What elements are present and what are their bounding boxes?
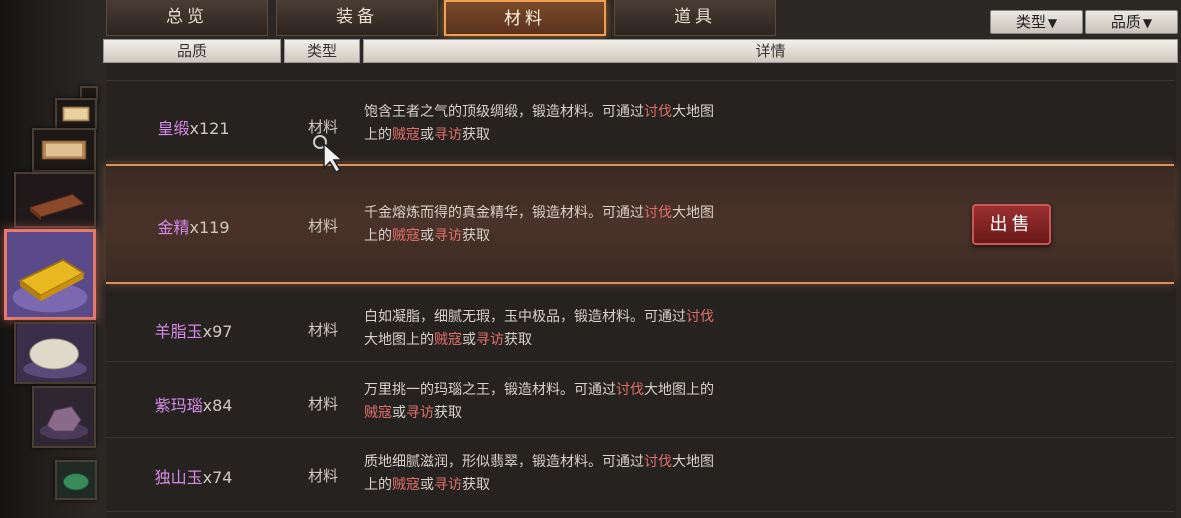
chevron-down-icon: ▼ [1047,16,1058,30]
category-tabs: 总览 装备 材料 道具 [106,0,786,38]
item-description: 千金熔炼而得的真金精华，锻造材料。可通过讨伐大地图 上的贼寇或寻访获取 [364,205,714,244]
thumb-gold-ingot[interactable] [4,229,96,320]
item-type: 材料 [307,395,338,413]
tab-overview[interactable]: 总览 [106,0,268,36]
item-description: 万里挑一的玛瑙之王，锻造材料。可通过讨伐大地图上的 贼寇或寻访获取 [364,382,714,421]
item-type: 材料 [307,217,338,235]
list-item[interactable]: 羊脂玉x97 材料 白如凝脂，细腻无瑕，玉中极品，锻造材料。可通过讨伐 大地图上的… [106,298,1174,362]
thumb-silk[interactable] [55,98,97,130]
type-filter-label: 类型 [1015,13,1046,31]
divider [106,80,1174,81]
item-name: 金精x119 [157,218,230,237]
list-item[interactable]: 紫玛瑙x84 材料 万里挑一的玛瑙之王，锻造材料。可通过讨伐大地图上的 贼寇或寻访… [106,370,1174,438]
list-item[interactable]: 皇缎x121 材料 饱含王者之气的顶级绸缎，锻造材料。可通过讨伐大地图 上的贼寇或… [106,94,1174,162]
item-name: 独山玉x74 [154,468,233,487]
thumb-purple-agate[interactable] [32,386,96,448]
header-details: 详情 [363,39,1178,63]
item-type: 材料 [307,321,338,339]
mouse-cursor-icon [313,135,344,172]
silk-scroll-icon [41,140,87,160]
quality-filter-label: 品质 [1110,13,1141,31]
green-jade-icon [57,462,95,498]
item-list: 皇缎x121 材料 饱含王者之气的顶级绸缎，锻造材料。可通过讨伐大地图 上的贼寇或… [106,64,1176,518]
list-item[interactable]: 独山玉x74 材料 质地细腻滋润，形似翡翠，锻造材料。可通过讨伐大地图 上的贼寇或… [106,442,1174,512]
thumb-white-jade[interactable] [14,322,96,384]
item-name: 皇缎x121 [157,119,230,138]
item-description: 质地细腻滋润，形似翡翠，锻造材料。可通过讨伐大地图 上的贼寇或寻访获取 [364,454,714,493]
thumb-silk-2[interactable] [32,128,96,172]
thumb-green-jade[interactable] [55,460,97,500]
header-quality[interactable]: 品质 [103,39,281,63]
item-name: 羊脂玉x97 [154,322,233,341]
sell-button[interactable]: 出售 [972,204,1051,245]
quality-filter-dropdown[interactable]: 品质 ▼ [1085,10,1178,34]
thumb-book[interactable] [14,172,96,228]
purple-agate-icon [34,388,94,446]
book-icon [16,174,94,226]
header-type[interactable]: 类型 [284,39,360,63]
item-thumbnail-strip [0,0,100,518]
tab-materials[interactable]: 材料 [444,0,606,36]
tab-props[interactable]: 道具 [614,0,776,36]
gold-ingot-icon [7,232,93,317]
item-description: 白如凝脂，细腻无瑕，玉中极品，锻造材料。可通过讨伐 大地图上的贼寇或寻访获取 [364,309,714,348]
item-description: 饱含王者之气的顶级绸缎，锻造材料。可通过讨伐大地图 上的贼寇或寻访获取 [364,104,714,143]
chevron-down-icon: ▼ [1142,16,1153,30]
type-filter-dropdown[interactable]: 类型 ▼ [990,10,1083,34]
item-name: 紫玛瑙x84 [154,396,233,415]
tab-equipment[interactable]: 装备 [276,0,438,36]
item-type: 材料 [307,467,338,485]
silk-scroll-icon [62,106,90,122]
list-item-selected[interactable]: 金精x119 材料 千金熔炼而得的真金精华，锻造材料。可通过讨伐大地图 上的贼寇或… [106,164,1174,284]
white-jade-icon [16,324,94,382]
